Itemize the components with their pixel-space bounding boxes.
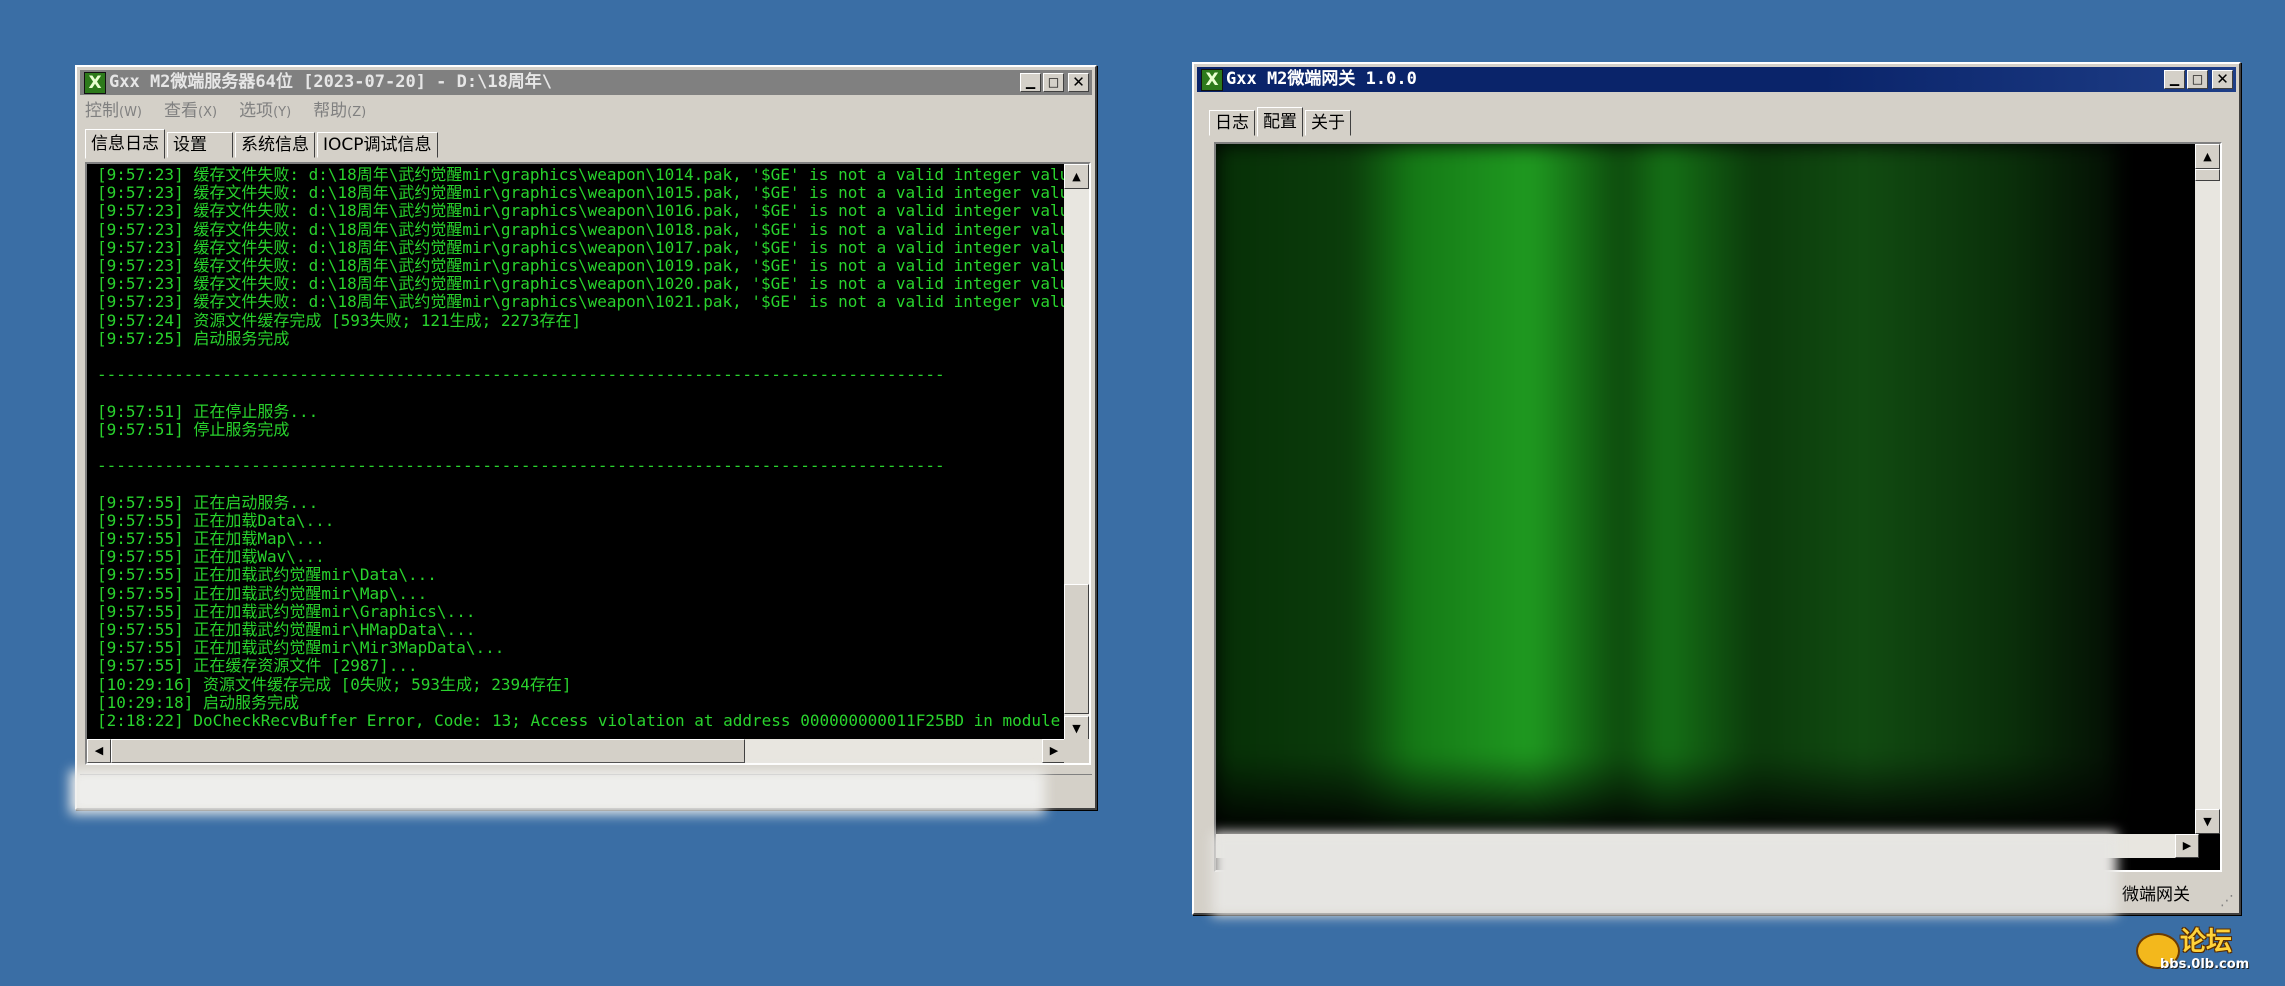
log-line: ----------------------------------------… bbox=[97, 456, 945, 476]
log-line: [9:57:23] 缓存文件失败: d:\18周年\武约觉醒mir\graphi… bbox=[97, 292, 1079, 312]
scroll-down-button[interactable]: ▼ bbox=[2195, 809, 2220, 834]
tab-system-info[interactable]: 系统信息 bbox=[235, 132, 315, 158]
server-window: X Gxx M2微端服务器64位 [2023-07-20] - D:\18周年\… bbox=[75, 65, 1097, 810]
log-line: [9:57:23] 缓存文件失败: d:\18周年\武约觉醒mir\graphi… bbox=[97, 219, 1079, 239]
log-lines: [9:57:23] 缓存文件失败: d:\18周年\武约觉醒mir\graphi… bbox=[97, 165, 1091, 731]
menu-bar: 控制(W) 查看(X) 选项(Y) 帮助(Z) bbox=[85, 99, 366, 123]
log-line: [9:57:23] 缓存文件失败: d:\18周年\武约觉醒mir\graphi… bbox=[97, 237, 1079, 257]
log-line: [9:57:55] 正在缓存资源文件 [2987]... bbox=[97, 656, 418, 676]
gateway-tabs: 日志 配置 关于 bbox=[1209, 106, 1353, 137]
scroll-right-button[interactable]: ▶ bbox=[2175, 834, 2199, 858]
log-line: [9:57:24] 资源文件缓存完成 [593失败; 121生成; 2273存在… bbox=[97, 310, 582, 330]
scroll-thumb-horizontal[interactable] bbox=[111, 739, 745, 763]
app-x-icon: X bbox=[1201, 68, 1223, 91]
maximize-button[interactable]: □ bbox=[1043, 73, 1064, 92]
watermark-main-text: 论坛 bbox=[2180, 927, 2233, 957]
vertical-scrollbar[interactable]: ▲ ▼ bbox=[2195, 144, 2220, 834]
tab-about[interactable]: 关于 bbox=[1305, 110, 1351, 136]
scroll-up-button[interactable]: ▲ bbox=[2195, 144, 2220, 169]
gateway-log-console[interactable]: ▲ ▼ ▶ bbox=[1214, 142, 2222, 872]
tab-log[interactable]: 日志 bbox=[1209, 110, 1255, 136]
log-line: [9:57:55] 正在加载武约觉醒mir\Data\... bbox=[97, 565, 437, 585]
scroll-up-button[interactable]: ▲ bbox=[1064, 164, 1089, 189]
log-line: [9:57:55] 正在加载武约觉醒mir\HMapData\... bbox=[97, 620, 476, 640]
close-button[interactable]: ✕ bbox=[2212, 70, 2233, 89]
statusbar-text: 微端网关 bbox=[2122, 885, 2190, 905]
blurred-status-region bbox=[1212, 832, 2117, 916]
log-line: [9:57:55] 正在加载武约觉醒mir\Map\... bbox=[97, 583, 428, 603]
scroll-left-button[interactable]: ◀ bbox=[87, 739, 111, 763]
server-titlebar[interactable]: X Gxx M2微端服务器64位 [2023-07-20] - D:\18周年\… bbox=[80, 70, 1092, 95]
gateway-window: X Gxx M2微端网关 1.0.0 ▁ □ ✕ 日志 配置 关于 ▲ ▼ ▶ … bbox=[1192, 62, 2241, 915]
log-line: [9:57:55] 正在加载Wav\... bbox=[97, 547, 325, 567]
minimize-button[interactable]: ▁ bbox=[1020, 73, 1041, 92]
log-line: [9:57:55] 正在加载Data\... bbox=[97, 510, 335, 530]
scroll-right-button[interactable]: ▶ bbox=[1042, 739, 1066, 763]
log-line: [9:57:55] 正在加载Map\... bbox=[97, 529, 325, 549]
gateway-titlebar[interactable]: X Gxx M2微端网关 1.0.0 ▁ □ ✕ bbox=[1197, 67, 2236, 92]
log-line: [9:57:55] 正在启动服务... bbox=[97, 492, 319, 512]
log-line: [9:57:25] 启动服务完成 bbox=[97, 328, 290, 348]
scroll-thumb[interactable] bbox=[2195, 169, 2220, 181]
log-line: ----------------------------------------… bbox=[97, 365, 945, 385]
log-console[interactable]: [9:57:23] 缓存文件失败: d:\18周年\武约觉醒mir\graphi… bbox=[85, 162, 1091, 765]
tab-config[interactable]: 配置 bbox=[1257, 107, 1303, 137]
minimize-button[interactable]: ▁ bbox=[2164, 70, 2185, 89]
blurred-log-content bbox=[1216, 144, 2116, 834]
forum-watermark: 论坛 bbs.0lb.com bbox=[2136, 927, 2276, 975]
log-line: [10:29:16] 资源文件缓存完成 [0失败; 593生成; 2394存在] bbox=[97, 674, 572, 694]
scroll-thumb[interactable] bbox=[1064, 584, 1089, 714]
log-line: [9:57:55] 正在加载武约觉醒mir\Mir3MapData\... bbox=[97, 638, 505, 658]
window-title: Gxx M2微端网关 1.0.0 bbox=[1226, 69, 1417, 89]
scroll-corner bbox=[1064, 739, 1089, 763]
log-line: [9:57:51] 正在停止服务... bbox=[97, 401, 319, 421]
size-grip-icon: ⋰ bbox=[2220, 893, 2234, 909]
app-x-icon: X bbox=[84, 71, 106, 94]
log-line: [9:57:23] 缓存文件失败: d:\18周年\武约觉醒mir\graphi… bbox=[97, 256, 1079, 276]
window-title: Gxx M2微端服务器64位 [2023-07-20] - D:\18周年\ bbox=[109, 72, 553, 92]
tab-iocp-debug[interactable]: IOCP调试信息 bbox=[317, 132, 438, 158]
server-tabs: 信息日志 设置 系统信息 IOCP调试信息 bbox=[85, 128, 440, 159]
watermark-url: bbs.0lb.com bbox=[2160, 957, 2250, 972]
log-line: [9:57:23] 缓存文件失败: d:\18周年\武约觉醒mir\graphi… bbox=[97, 183, 1079, 203]
log-line: [9:57:23] 缓存文件失败: d:\18周年\武约觉醒mir\graphi… bbox=[97, 165, 1079, 184]
vertical-scrollbar[interactable]: ▲ ▼ bbox=[1064, 164, 1089, 741]
log-line: [9:57:51] 停止服务完成 bbox=[97, 419, 290, 439]
menu-control[interactable]: 控制(W) bbox=[85, 99, 142, 123]
close-button[interactable]: ✕ bbox=[1068, 73, 1089, 92]
horizontal-scrollbar[interactable]: ◀ ▶ bbox=[87, 739, 1066, 763]
blurred-status-region bbox=[70, 770, 1045, 814]
tab-info-log[interactable]: 信息日志 bbox=[85, 129, 165, 159]
log-line: [9:57:23] 缓存文件失败: d:\18周年\武约觉醒mir\graphi… bbox=[97, 201, 1079, 221]
log-line: [9:57:55] 正在加载武约觉醒mir\Graphics\... bbox=[97, 601, 476, 621]
maximize-button[interactable]: □ bbox=[2187, 70, 2208, 89]
log-line: [9:57:23] 缓存文件失败: d:\18周年\武约觉醒mir\graphi… bbox=[97, 274, 1079, 294]
log-line: [2:18:22] DoCheckRecvBuffer Error, Code:… bbox=[97, 711, 1091, 731]
log-line: [10:29:18] 启动服务完成 bbox=[97, 692, 299, 712]
menu-help[interactable]: 帮助(Z) bbox=[313, 99, 366, 123]
scroll-down-button[interactable]: ▼ bbox=[1064, 716, 1089, 741]
menu-options[interactable]: 选项(Y) bbox=[239, 99, 291, 123]
menu-view[interactable]: 查看(X) bbox=[164, 99, 217, 123]
tab-settings[interactable]: 设置 bbox=[167, 132, 233, 158]
